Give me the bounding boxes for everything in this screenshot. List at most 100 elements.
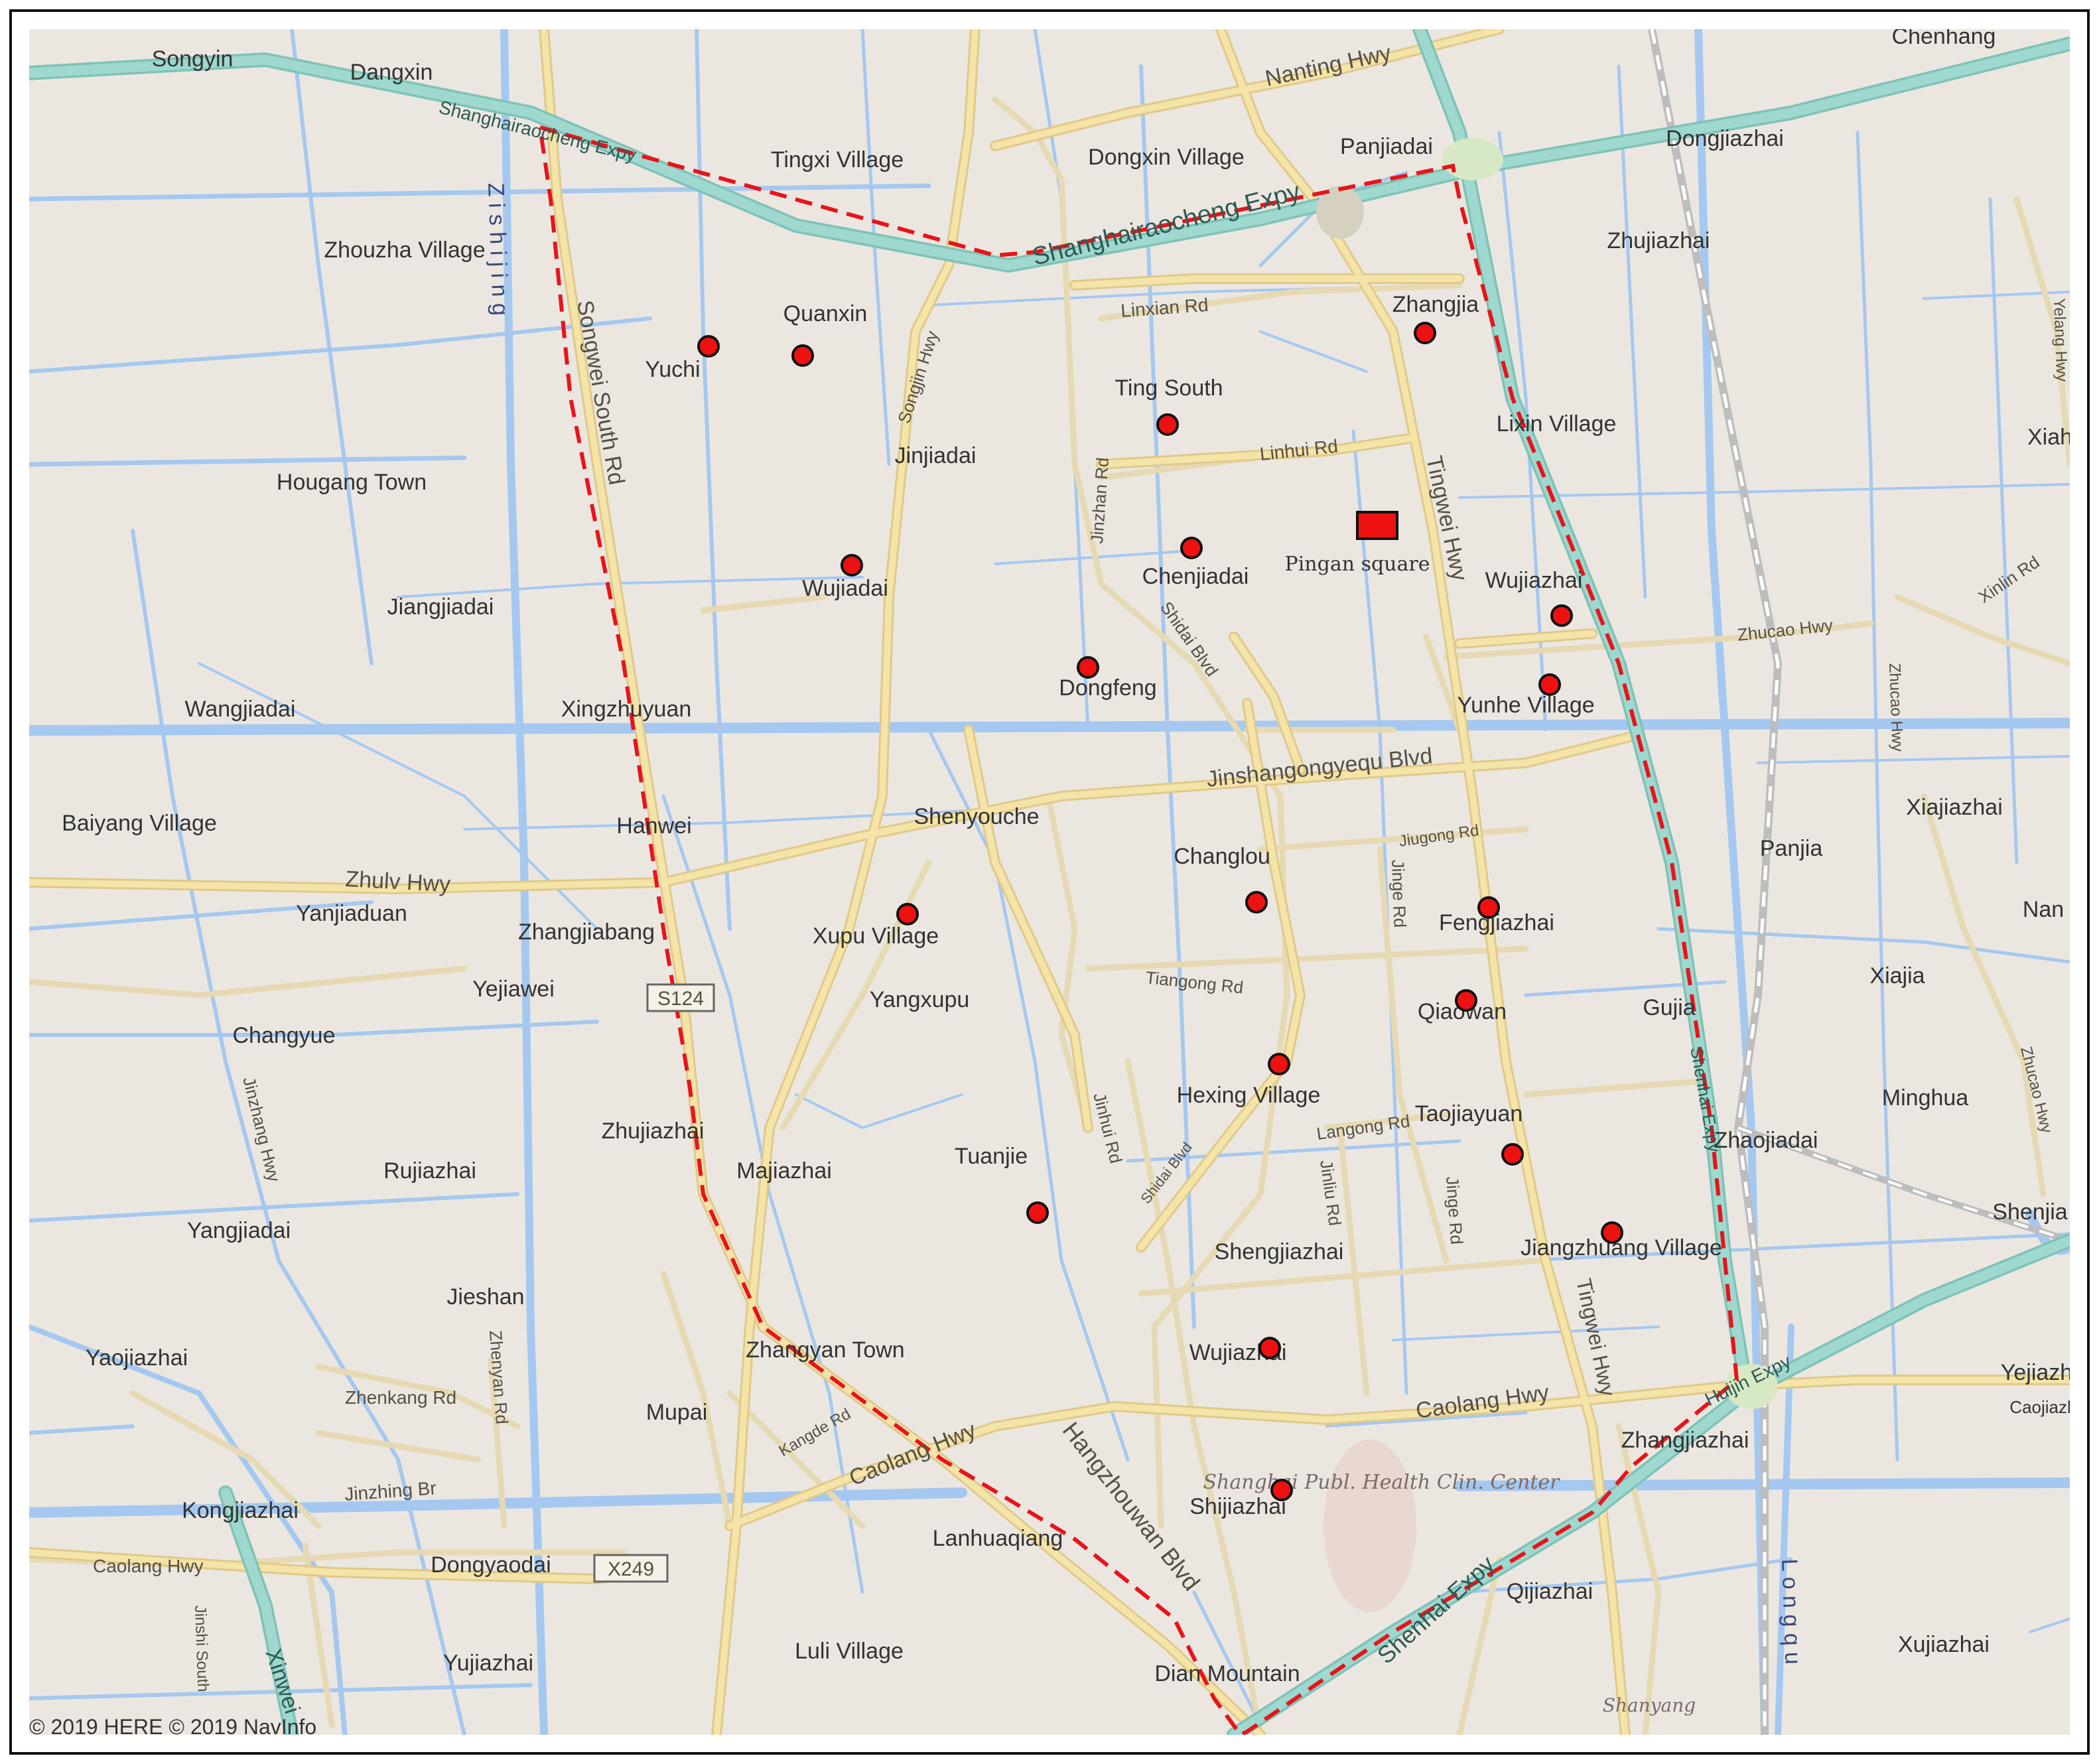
place-label: Hougang Town bbox=[277, 470, 427, 495]
place-label: Dongyaodai bbox=[431, 1552, 551, 1578]
place-label: Ting South bbox=[1115, 375, 1223, 401]
place-label: Xingzhuyuan bbox=[561, 697, 692, 722]
location-marker-shijiazhai[interactable] bbox=[1270, 1479, 1293, 1501]
map-canvas[interactable]: Songyin Dangxin Tingxi Village Dongxin V… bbox=[0, 0, 2099, 1764]
pingan-square-label: Pingan square bbox=[1285, 553, 1430, 576]
location-marker-dongfeng[interactable] bbox=[1077, 656, 1099, 679]
place-label: Panjia bbox=[1760, 836, 1823, 861]
place-label: Zhouzha Village bbox=[324, 237, 485, 263]
waterway-label: Z i s h i j i n g bbox=[483, 182, 513, 316]
place-label: Zhujiazhai bbox=[1607, 228, 1710, 253]
road-label: Zhenkang Rd bbox=[345, 1387, 456, 1408]
place-label: Yujiazhai bbox=[443, 1651, 533, 1676]
place-label: Xiajiazhai bbox=[1906, 795, 2003, 820]
road-label: Jinge Rd bbox=[1388, 859, 1410, 928]
place-label: Luli Village bbox=[795, 1639, 904, 1664]
place-label: Jiangjiadai bbox=[387, 594, 494, 620]
svg-text:S124: S124 bbox=[657, 988, 704, 1010]
location-marker-quanxin[interactable] bbox=[791, 344, 814, 367]
place-label: Changyue bbox=[232, 1023, 335, 1048]
location-marker-zhangjia[interactable] bbox=[1414, 322, 1436, 344]
place-label: Lixin Village bbox=[1497, 411, 1617, 437]
place-label: Gujia bbox=[1643, 995, 1695, 1020]
location-marker-xupu-village[interactable] bbox=[896, 903, 919, 925]
place-label: Xiah bbox=[2027, 425, 2072, 450]
copyright-text: © 2019 HERE © 2019 NavInfo bbox=[29, 1715, 316, 1739]
place-label: Wujiadai bbox=[802, 576, 888, 601]
road-label: Yelang Hwy bbox=[2050, 298, 2070, 382]
location-marker-changlou[interactable] bbox=[1245, 891, 1268, 914]
place-label: Shenyouche bbox=[914, 804, 1039, 829]
place-label: Majiazhai bbox=[736, 1158, 832, 1184]
place-label: Kongjiazhai bbox=[182, 1498, 299, 1523]
location-marker-wujiazhai[interactable] bbox=[1550, 604, 1573, 627]
location-marker-wujiazhai[interactable] bbox=[1258, 1337, 1281, 1359]
place-label: Yejiazh bbox=[2001, 1360, 2072, 1385]
place-label: Xujiazhai bbox=[1898, 1632, 1990, 1657]
place-label: Tingxi Village bbox=[771, 147, 904, 172]
place-label: Hanwei bbox=[616, 813, 691, 839]
place-label: Panjiadai bbox=[1340, 134, 1433, 159]
place-label: Shengjiazhai bbox=[1215, 1239, 1344, 1264]
place-label: Chenhang bbox=[1892, 24, 1996, 49]
place-label: Yuchi bbox=[645, 357, 700, 382]
place-label: Jieshan bbox=[446, 1284, 524, 1310]
location-marker-fengjiazhai[interactable] bbox=[1477, 896, 1500, 919]
location-marker-wujiadai[interactable] bbox=[841, 554, 863, 577]
place-label: Shenjia bbox=[1992, 1199, 2068, 1225]
location-marker-chenjiadai[interactable] bbox=[1180, 537, 1203, 559]
place-label: Xupu Village bbox=[813, 923, 939, 949]
location-marker-ting-south[interactable] bbox=[1156, 413, 1179, 436]
place-label: Yanjiaduan bbox=[296, 901, 407, 926]
place-label: Changlou bbox=[1174, 844, 1270, 869]
location-marker-yunhe-village[interactable] bbox=[1538, 673, 1561, 696]
place-label: Jinjiadai bbox=[895, 443, 977, 468]
place-label: Chenjiadai bbox=[1142, 564, 1249, 589]
place-label: Dongjiazhai bbox=[1666, 126, 1784, 151]
route-shield-s124: S124 bbox=[646, 983, 715, 1012]
place-label: Zhangjiazhai bbox=[1621, 1428, 1749, 1453]
place-label: Xiajia bbox=[1869, 963, 1925, 988]
pingan-square-marker[interactable] bbox=[1356, 511, 1398, 540]
place-label: Minghua bbox=[1882, 1085, 1969, 1111]
place-label: Mupai bbox=[646, 1400, 708, 1425]
place-label: Zhaojiadai bbox=[1714, 1128, 1818, 1153]
road-label: Caolang Hwy bbox=[93, 1556, 204, 1576]
road-label: Zhucao Hwy bbox=[1885, 663, 1907, 752]
place-label: Quanxin bbox=[783, 301, 868, 326]
hospital-area bbox=[1323, 1440, 1416, 1612]
place-label: Shanyang bbox=[1603, 1694, 1696, 1716]
place-label: Dian Mountain bbox=[1154, 1661, 1300, 1686]
place-label: Wujiazhai bbox=[1485, 568, 1583, 593]
place-label: Zhujiazhai bbox=[602, 1119, 705, 1144]
place-label: Caojiazhai bbox=[2009, 1397, 2090, 1417]
location-marker-tuanjie[interactable] bbox=[1026, 1201, 1049, 1224]
place-label: Nan bbox=[2023, 897, 2064, 922]
place-label: Tuanjie bbox=[955, 1144, 1028, 1169]
place-label: Songyin bbox=[152, 46, 234, 72]
route-shield-x249: X249 bbox=[593, 1554, 669, 1583]
place-label: Wangjiadai bbox=[185, 697, 296, 722]
location-marker-jiangzhuang-village[interactable] bbox=[1601, 1221, 1623, 1244]
place-label: Baiyang Village bbox=[62, 811, 217, 836]
place-label: Yejiawei bbox=[472, 977, 555, 1002]
place-label: Dongfeng bbox=[1059, 675, 1156, 701]
place-label: Taojiayuan bbox=[1415, 1101, 1523, 1126]
place-label: Yangjiadai bbox=[187, 1218, 291, 1243]
place-label: Qijiazhai bbox=[1507, 1579, 1593, 1604]
place-label: Zhangyan Town bbox=[746, 1337, 904, 1363]
place-label: Shijiazhai bbox=[1189, 1494, 1286, 1519]
place-label: Yaojiazhai bbox=[86, 1345, 188, 1371]
place-label: Lanhuaqiang bbox=[933, 1526, 1063, 1551]
location-marker-hexing-village[interactable] bbox=[1268, 1053, 1290, 1075]
location-marker-yuchi[interactable] bbox=[697, 335, 720, 358]
place-label: Zhangjiabang bbox=[518, 919, 655, 945]
waterway-label: L o n g q u bbox=[1777, 1558, 1806, 1665]
place-label: Jiangzhuang Village bbox=[1521, 1235, 1722, 1260]
place-label: Dongxin Village bbox=[1088, 145, 1245, 170]
location-marker-qiaowan[interactable] bbox=[1455, 989, 1477, 1012]
place-label: Rujiazhai bbox=[383, 1158, 476, 1184]
place-label: Hexing Village bbox=[1177, 1083, 1321, 1108]
location-marker-taojiayuan[interactable] bbox=[1501, 1143, 1524, 1166]
svg-text:X249: X249 bbox=[608, 1558, 654, 1580]
